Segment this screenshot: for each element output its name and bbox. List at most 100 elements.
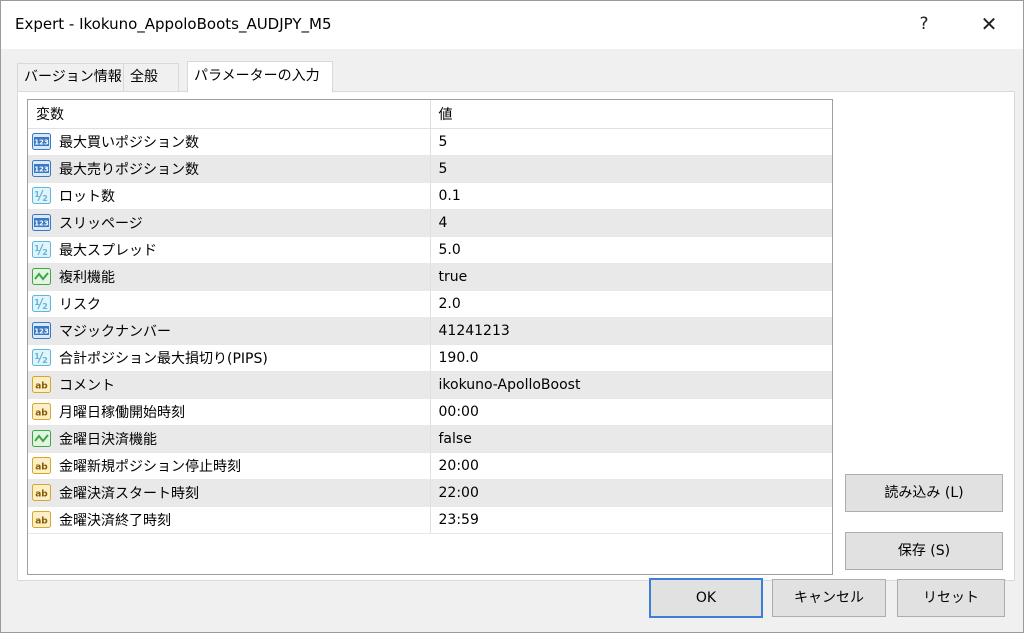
integer-icon: 123	[32, 132, 51, 150]
parameter-name: マジックナンバー	[59, 324, 171, 340]
parameter-name-cell: 123 最大買いポジション数	[28, 128, 431, 156]
svg-text:ab: ab	[35, 408, 48, 418]
ok-button[interactable]: OK	[649, 578, 763, 618]
parameter-row[interactable]: 1 2 合計ポジション最大損切り(PIPS) 190.0	[28, 344, 832, 372]
double-icon: 12	[32, 186, 51, 204]
svg-text:123: 123	[34, 219, 49, 227]
parameter-row[interactable]: 123 マジックナンバー 41241213	[28, 317, 832, 345]
tab-input-parameters[interactable]: パラメーターの入力	[187, 61, 333, 93]
parameter-name: コメント	[59, 378, 115, 394]
close-button[interactable]: ✕	[969, 7, 1009, 41]
svg-text:123: 123	[34, 165, 49, 173]
parameter-row[interactable]: 123 最大買いポジション数 5	[28, 128, 832, 156]
parameter-row[interactable]: 1 2 ロット数 0.1	[28, 182, 832, 210]
parameter-rows: 123 最大買いポジション数 5 123 最大売りポジション数 5 1 2 ロット数 0.1 123…	[28, 128, 832, 534]
string-icon: ab	[32, 510, 51, 528]
parameter-row[interactable]: 123 最大売りポジション数 5	[28, 155, 832, 183]
parameter-row[interactable]: 金曜日決済機能 false	[28, 425, 832, 453]
reset-button[interactable]: リセット	[897, 579, 1005, 617]
parameter-name: スリッページ	[59, 216, 143, 232]
parameter-row[interactable]: ab 月曜日稼働開始時刻 00:00	[28, 398, 832, 426]
parameter-name: 金曜決済終了時刻	[59, 513, 171, 529]
parameter-row[interactable]: 1 2 リスク 2.0	[28, 290, 832, 318]
parameter-name: 金曜新規ポジション停止時刻	[59, 459, 241, 475]
parameter-name: 合計ポジション最大損切り(PIPS)	[59, 351, 268, 367]
parameter-name-cell: 1 2 最大スプレッド	[28, 236, 431, 264]
parameter-row[interactable]: 複利機能 true	[28, 263, 832, 291]
parameter-name-cell: ab 月曜日稼働開始時刻	[28, 398, 431, 426]
cancel-button[interactable]: キャンセル	[772, 579, 886, 617]
integer-icon: 123	[32, 159, 51, 177]
string-icon: ab	[32, 402, 51, 420]
svg-text:2: 2	[42, 356, 48, 365]
bool-icon	[32, 429, 51, 447]
parameter-name-cell: 複利機能	[28, 263, 431, 291]
tab-version-info[interactable]: バージョン情報	[17, 63, 125, 91]
parameter-name-cell: 123 マジックナンバー	[28, 317, 431, 345]
save-button[interactable]: 保存 (S)	[845, 532, 1003, 570]
header-row: 変数 値	[28, 100, 832, 129]
parameter-value[interactable]: 0.1	[430, 182, 832, 210]
parameter-value[interactable]: 5	[430, 128, 832, 156]
parameter-name-cell: ab 金曜決済終了時刻	[28, 506, 431, 534]
load-button[interactable]: 読み込み (L)	[845, 474, 1003, 512]
parameter-name-cell: 123 最大売りポジション数	[28, 155, 431, 183]
parameter-name: 金曜日決済機能	[59, 432, 157, 448]
parameter-row[interactable]: 123 スリッページ 4	[28, 209, 832, 237]
dialog-window: Expert - Ikokuno_AppoloBoots_AUDJPY_M5 ?…	[0, 0, 1024, 633]
parameter-row[interactable]: 1 2 最大スプレッド 5.0	[28, 236, 832, 264]
parameter-grid[interactable]: 変数 値 123 最大買いポジション数 5 123 最大売りポジション数 5 1 2 ロット数 0…	[27, 99, 833, 575]
parameter-name: 複利機能	[59, 270, 115, 286]
parameter-name: 最大売りポジション数	[59, 162, 199, 178]
parameter-name-cell: 金曜日決済機能	[28, 425, 431, 453]
parameter-row[interactable]: ab コメント ikokuno-ApolloBoost	[28, 371, 832, 399]
parameter-name: リスク	[59, 297, 101, 313]
string-icon: ab	[32, 375, 51, 393]
parameter-value[interactable]: 190.0	[430, 344, 832, 372]
title-bar: Expert - Ikokuno_AppoloBoots_AUDJPY_M5 ?…	[1, 1, 1023, 49]
double-icon: 12	[32, 294, 51, 312]
svg-text:ab: ab	[35, 462, 48, 472]
parameter-value[interactable]: 23:59	[430, 506, 832, 534]
column-header-variable[interactable]: 変数	[28, 100, 431, 129]
svg-text:2: 2	[42, 194, 48, 203]
tab-general[interactable]: 全般	[123, 63, 179, 91]
parameter-row[interactable]: ab 金曜決済スタート時刻 22:00	[28, 479, 832, 507]
parameter-value[interactable]: 00:00	[430, 398, 832, 426]
parameter-value[interactable]: 5.0	[430, 236, 832, 264]
parameter-value[interactable]: 2.0	[430, 290, 832, 318]
parameter-name-cell: ab 金曜決済スタート時刻	[28, 479, 431, 507]
parameter-name-cell: 1 2 ロット数	[28, 182, 431, 210]
parameter-name: ロット数	[59, 189, 115, 205]
parameter-value[interactable]: 20:00	[430, 452, 832, 480]
bool-icon	[32, 267, 51, 285]
parameter-name: 月曜日稼働開始時刻	[59, 405, 185, 421]
svg-text:123: 123	[34, 327, 49, 335]
parameter-value[interactable]: false	[430, 425, 832, 453]
parameter-name: 金曜決済スタート時刻	[59, 486, 199, 502]
parameter-value[interactable]: 22:00	[430, 479, 832, 507]
parameter-value[interactable]: 41241213	[430, 317, 832, 345]
parameter-name: 最大買いポジション数	[59, 135, 199, 151]
parameter-value[interactable]: true	[430, 263, 832, 291]
integer-icon: 123	[32, 321, 51, 339]
string-icon: ab	[32, 483, 51, 501]
double-icon: 12	[32, 348, 51, 366]
parameter-value[interactable]: 5	[430, 155, 832, 183]
column-header-value[interactable]: 値	[430, 100, 832, 129]
parameter-row[interactable]: ab 金曜決済終了時刻 23:59	[28, 506, 832, 534]
parameter-value[interactable]: ikokuno-ApolloBoost	[430, 371, 832, 399]
help-button[interactable]: ?	[907, 7, 941, 41]
svg-text:ab: ab	[35, 489, 48, 499]
parameter-name-cell: 123 スリッページ	[28, 209, 431, 237]
svg-text:ab: ab	[35, 381, 48, 391]
window-title: Expert - Ikokuno_AppoloBoots_AUDJPY_M5	[15, 15, 332, 33]
parameter-value[interactable]: 4	[430, 209, 832, 237]
parameter-name-cell: ab コメント	[28, 371, 431, 399]
parameter-name-cell: ab 金曜新規ポジション停止時刻	[28, 452, 431, 480]
svg-text:2: 2	[42, 248, 48, 257]
svg-text:123: 123	[34, 138, 49, 146]
parameter-row[interactable]: ab 金曜新規ポジション停止時刻 20:00	[28, 452, 832, 480]
svg-text:2: 2	[42, 302, 48, 311]
parameter-table: 変数 値 123 最大買いポジション数 5 123 最大売りポジション数 5 1 2 ロット数 0…	[28, 100, 832, 534]
